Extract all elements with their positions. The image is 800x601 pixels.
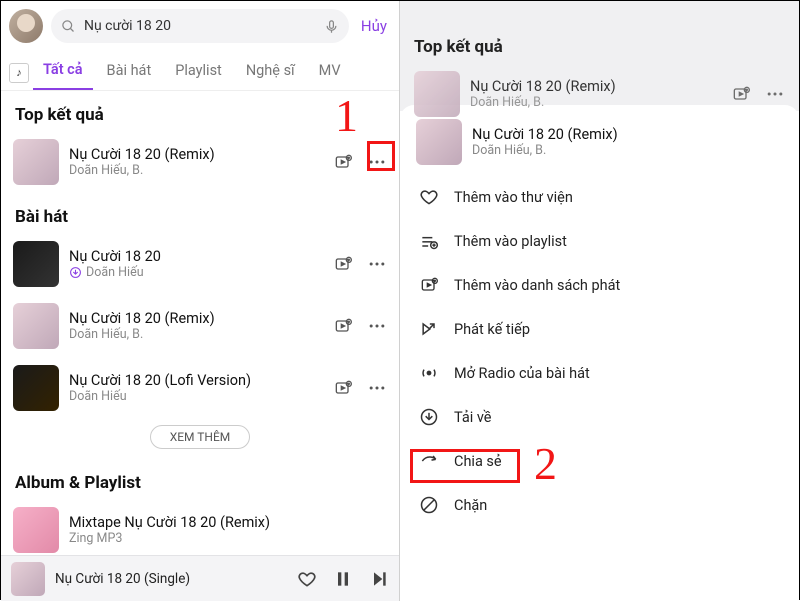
more-icon[interactable] <box>367 152 387 172</box>
menu-label: Tải về <box>454 409 491 426</box>
add-to-queue-icon[interactable] <box>731 84 751 104</box>
row-actions <box>333 152 387 172</box>
song-title: Nụ Cười 18 20 <box>69 248 323 265</box>
queue-add-icon <box>418 274 440 296</box>
menu-share[interactable]: Chia sẻ <box>416 439 783 483</box>
song-artist: Doãn Hiếu, B. <box>69 163 323 178</box>
tab-all[interactable]: Tất cả <box>33 55 93 90</box>
right-top-area: Top kết quả Nụ Cười 18 20 (Remix) Doãn H… <box>400 1 799 111</box>
search-results-screen: Nụ cười 18 20 Hủy ♪ Tất cả Bài hát Playl… <box>1 1 400 601</box>
menu-block[interactable]: Chặn <box>416 483 783 527</box>
song-title: Nụ Cười 18 20 (Remix) <box>472 126 783 143</box>
now-playing-bar[interactable]: Nụ Cười 18 20 (Single) <box>1 555 399 601</box>
next-icon[interactable] <box>369 569 389 589</box>
sheet-menu: Thêm vào thư viện Thêm vào playlist Thêm… <box>400 171 799 531</box>
add-to-queue-icon[interactable] <box>333 152 353 172</box>
downloaded-icon <box>69 266 82 279</box>
now-playing-title: Nụ Cười 18 20 (Single) <box>55 571 287 587</box>
more-icon[interactable] <box>367 316 387 336</box>
album-item[interactable]: Mixtape Nụ Cười 18 20 (Remix) Zing MP3 <box>1 499 399 561</box>
menu-label: Thêm vào danh sách phát <box>454 277 620 294</box>
top-result-item[interactable]: Nụ Cười 18 20 (Remix) Doãn Hiếu, B. <box>1 131 399 193</box>
search-bar-row: Nụ cười 18 20 Hủy <box>1 1 399 49</box>
song-cover <box>414 71 460 117</box>
top-results-heading: Top kết quả <box>414 37 785 57</box>
result-tabs: ♪ Tất cả Bài hát Playlist Nghệ sĩ MV <box>1 49 399 91</box>
tiktok-icon[interactable]: ♪ <box>9 63 29 83</box>
song-title: Nụ Cười 18 20 (Remix) <box>470 78 721 95</box>
song-artist: Doãn Hiếu <box>69 389 323 404</box>
menu-label: Thêm vào thư viện <box>454 189 573 206</box>
song-item[interactable]: Nụ Cười 18 20 (Lofi Version) Doãn Hiếu <box>1 357 399 419</box>
add-to-queue-icon[interactable] <box>333 254 353 274</box>
play-next-icon <box>418 318 440 340</box>
search-input[interactable]: Nụ cười 18 20 <box>51 9 349 43</box>
download-icon <box>418 406 440 428</box>
see-more-button[interactable]: XEM THÊM <box>150 425 250 449</box>
share-icon <box>418 450 440 472</box>
menu-label: Phát kế tiếp <box>454 321 530 338</box>
tab-artist[interactable]: Nghệ sĩ <box>236 56 305 89</box>
more-icon[interactable] <box>367 378 387 398</box>
like-icon[interactable] <box>297 569 317 589</box>
avatar[interactable] <box>9 9 43 43</box>
tab-songs[interactable]: Bài hát <box>97 56 162 89</box>
top-result-item[interactable]: Nụ Cười 18 20 (Remix) Doãn Hiếu, B. <box>414 67 785 121</box>
menu-add-playlist[interactable]: Thêm vào playlist <box>416 219 783 263</box>
now-playing-cover <box>11 562 45 596</box>
song-meta: Nụ Cười 18 20 (Remix) Doãn Hiếu, B. <box>69 146 323 178</box>
song-options-sheet-screen: Top kết quả Nụ Cười 18 20 (Remix) Doãn H… <box>400 1 799 601</box>
song-cover <box>416 119 462 165</box>
cancel-button[interactable]: Hủy <box>357 17 391 35</box>
song-cover <box>13 241 59 287</box>
menu-add-library[interactable]: Thêm vào thư viện <box>416 175 783 219</box>
song-title: Nụ Cười 18 20 (Remix) <box>69 310 323 327</box>
song-item[interactable]: Nụ Cười 18 20 (Remix) Doãn Hiếu, B. <box>1 295 399 357</box>
menu-download[interactable]: Tải về <box>416 395 783 439</box>
tab-mv[interactable]: MV <box>309 56 351 89</box>
song-title: Nụ Cười 18 20 (Lofi Version) <box>69 372 323 389</box>
mic-icon[interactable] <box>324 19 339 34</box>
menu-label: Thêm vào playlist <box>454 233 567 250</box>
more-icon[interactable] <box>367 254 387 274</box>
song-meta: Nụ Cười 18 20 Doãn Hiếu <box>69 248 323 280</box>
song-cover <box>13 303 59 349</box>
song-title: Nụ Cười 18 20 (Remix) <box>69 146 323 163</box>
add-to-queue-icon[interactable] <box>333 316 353 336</box>
more-icon[interactable] <box>765 84 785 104</box>
menu-label: Chia sẻ <box>454 453 502 470</box>
song-artist: Doãn Hiếu, B. <box>69 327 323 342</box>
options-sheet: Nụ Cười 18 20 (Remix) Doãn Hiếu, B. Thêm… <box>400 105 799 571</box>
song-artist: Doãn Hiếu <box>69 265 323 280</box>
menu-play-next[interactable]: Phát kế tiếp <box>416 307 783 351</box>
pause-icon[interactable] <box>333 569 353 589</box>
tab-playlist[interactable]: Playlist <box>165 56 232 89</box>
section-top-results-title: Top kết quả <box>1 91 399 131</box>
menu-add-queue[interactable]: Thêm vào danh sách phát <box>416 263 783 307</box>
menu-open-radio[interactable]: Mở Radio của bài hát <box>416 351 783 395</box>
heart-icon <box>418 186 440 208</box>
search-icon <box>61 19 76 34</box>
menu-label: Mở Radio của bài hát <box>454 365 590 382</box>
block-icon <box>418 494 440 516</box>
song-cover <box>13 139 59 185</box>
section-songs-title: Bài hát <box>1 193 399 233</box>
album-artist: Zing MP3 <box>69 531 387 546</box>
search-query-text: Nụ cười 18 20 <box>84 18 316 34</box>
song-cover <box>13 365 59 411</box>
album-cover <box>13 507 59 553</box>
song-artist: Doãn Hiếu, B. <box>470 95 721 110</box>
radio-icon <box>418 362 440 384</box>
song-artist-text: Doãn Hiếu <box>86 265 144 280</box>
album-title: Mixtape Nụ Cười 18 20 (Remix) <box>69 514 387 531</box>
add-to-queue-icon[interactable] <box>333 378 353 398</box>
song-item[interactable]: Nụ Cười 18 20 Doãn Hiếu <box>1 233 399 295</box>
playlist-add-icon <box>418 230 440 252</box>
section-albums-title: Album & Playlist <box>1 459 399 499</box>
song-artist: Doãn Hiếu, B. <box>472 143 783 158</box>
menu-label: Chặn <box>454 497 487 514</box>
